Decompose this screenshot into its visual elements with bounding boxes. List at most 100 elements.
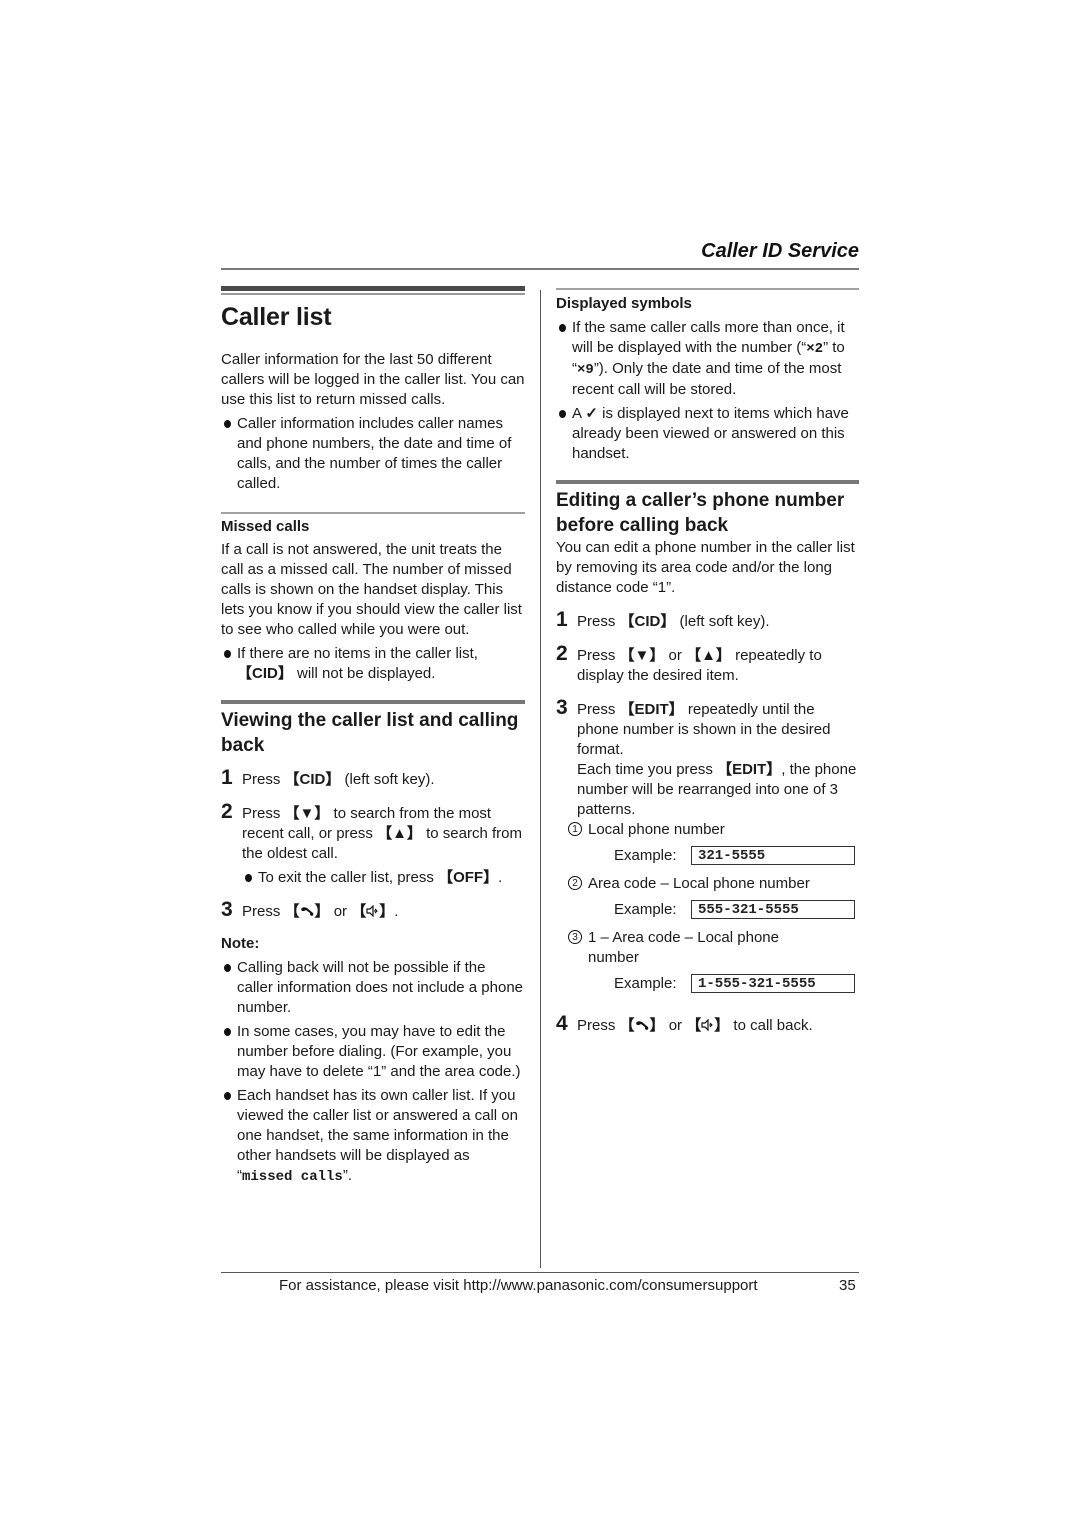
step-number: 3 (221, 898, 233, 921)
example-label: Example: (614, 901, 677, 918)
circled-number: 3 (568, 930, 582, 944)
step-number: 1 (556, 608, 568, 631)
cid-key: 【CID】 (284, 771, 341, 788)
up-key: 【▲】 (377, 825, 422, 842)
edit-key: 【EDIT】 (619, 701, 684, 718)
editing-step-4: 4 Press 【】 or 【】 to call back. (556, 1012, 859, 1036)
editing-rule (556, 480, 859, 484)
edit-key: 【EDIT】 (717, 761, 782, 778)
bullet-text-end: ”. (342, 1167, 352, 1184)
step-text-end: (left soft key). (340, 771, 435, 788)
example-row-1: Example: 321-5555 (614, 846, 859, 865)
down-key: 【▼】 (619, 647, 665, 664)
speakerphone-icon (701, 1019, 714, 1031)
step-text-end: (left soft key). (675, 613, 770, 630)
key-bracket: 】 (714, 1017, 730, 1034)
viewing-rule (221, 700, 525, 704)
missed-calls-rule (221, 512, 525, 514)
example-label: Example: (614, 975, 677, 992)
key-bracket: 】 (314, 903, 330, 920)
step-text-mid: or (329, 903, 352, 920)
talk-handset-icon (635, 1021, 648, 1030)
missed-calls-body: If a call is not answered, the unit trea… (221, 541, 522, 638)
step-number: 2 (556, 642, 568, 665)
step-text: Press (577, 1017, 620, 1034)
count-symbol: ×9 (577, 362, 594, 378)
key-bracket: 【 (619, 1017, 635, 1034)
circled-number: 1 (568, 822, 582, 836)
step-text: Press (242, 903, 285, 920)
example-display: 1-555-321-5555 (691, 974, 855, 993)
editing-step-1: 1 Press 【CID】 (left soft key). (556, 608, 859, 632)
editing-intro: You can edit a phone number in the calle… (556, 539, 855, 596)
step-text: Press (242, 805, 285, 822)
key-bracket: 【 (351, 903, 367, 920)
step-text-end: . (394, 903, 399, 920)
key-bracket: 】 (379, 903, 395, 920)
example-display: 555-321-5555 (691, 900, 855, 919)
cid-key: 【CID】 (237, 665, 293, 682)
count-symbol: ×2 (806, 341, 824, 357)
step-text-mid: or (664, 1017, 687, 1034)
pattern-2: 2 Area code – Local phone number (556, 874, 859, 894)
editing-heading: Editing a caller’s phone number before c… (556, 490, 845, 536)
symbols-rule (556, 288, 859, 290)
footer-support-text: For assistance, please visit http://www.… (279, 1277, 758, 1294)
example-display: 321-5555 (691, 846, 855, 865)
note-bullet: Calling back will not be possible if the… (221, 958, 525, 1018)
bullet-text: To exit the caller list, press (258, 869, 439, 886)
page-number: 35 (839, 1277, 856, 1294)
bullet-text-end: is displayed next to items which have al… (572, 405, 849, 462)
step-number: 2 (221, 800, 233, 823)
step-number: 3 (556, 696, 568, 719)
bullet-text: If there are no items in the caller list… (237, 645, 478, 662)
page-title: Caller list (221, 303, 332, 331)
viewing-step-2: 2 Press 【▼】 to search from the most rece… (221, 800, 525, 864)
talk-handset-icon (300, 907, 313, 916)
up-key: 【▲】 (686, 647, 731, 664)
note-bullet: Each handset has its own caller list. If… (221, 1086, 525, 1187)
step-text: Each time you press (577, 761, 718, 778)
key-bracket: 】 (649, 1017, 665, 1034)
display-text: missed calls (242, 1169, 343, 1185)
example-row-2: Example: 555-321-5555 (614, 900, 859, 919)
pattern-label: Local phone number (588, 821, 725, 838)
cid-key: 【CID】 (619, 613, 676, 630)
step-text: Press (242, 771, 285, 788)
intro-bullet: Caller information includes caller names… (221, 414, 525, 494)
column-divider (540, 290, 541, 1268)
step-text-mid: or (664, 647, 687, 664)
pattern-3: 3 1 – Area code – Local phone number (556, 928, 828, 968)
pattern-label: 1 – Area code – Local phone number (588, 929, 779, 966)
viewing-heading: Viewing the caller list and calling back (221, 710, 519, 756)
pattern-1: 1 Local phone number (556, 820, 859, 840)
missed-calls-heading: Missed calls (221, 518, 310, 535)
step-text: Press (577, 647, 620, 664)
off-key: 【OFF】 (438, 869, 499, 886)
title-bar (221, 286, 525, 291)
bullet-text: A (572, 405, 586, 422)
symbols-heading: Displayed symbols (556, 295, 692, 312)
note-bullet: In some cases, you may have to edit the … (221, 1022, 525, 1082)
bullet-text-end: . (498, 869, 503, 886)
step-number: 4 (556, 1012, 568, 1035)
step-text: Press (577, 613, 620, 630)
viewing-step-1: 1 Press 【CID】 (left soft key). (221, 766, 525, 790)
bullet-text: If the same caller calls more than once,… (572, 319, 845, 356)
header-rule (221, 268, 859, 270)
bullet-text-end: ”). Only the date and time of the most r… (572, 360, 842, 398)
note-label: Note: (221, 935, 260, 952)
down-key: 【▼】 (284, 805, 330, 822)
speakerphone-icon (366, 905, 379, 917)
section-title: Caller ID Service (701, 240, 859, 262)
step-text: Press (577, 701, 620, 718)
key-bracket: 【 (284, 903, 300, 920)
step-text-end: to call back. (729, 1017, 813, 1034)
missed-calls-bullet: If there are no items in the caller list… (221, 644, 525, 684)
intro-paragraph: Caller information for the last 50 diffe… (221, 351, 525, 408)
step-number: 1 (221, 766, 233, 789)
footer-rule (221, 1272, 859, 1273)
symbols-bullet-check: A ✓ is displayed next to items which hav… (556, 404, 859, 464)
example-row-3: Example: 1-555-321-5555 (614, 974, 859, 993)
circled-number: 2 (568, 876, 582, 890)
